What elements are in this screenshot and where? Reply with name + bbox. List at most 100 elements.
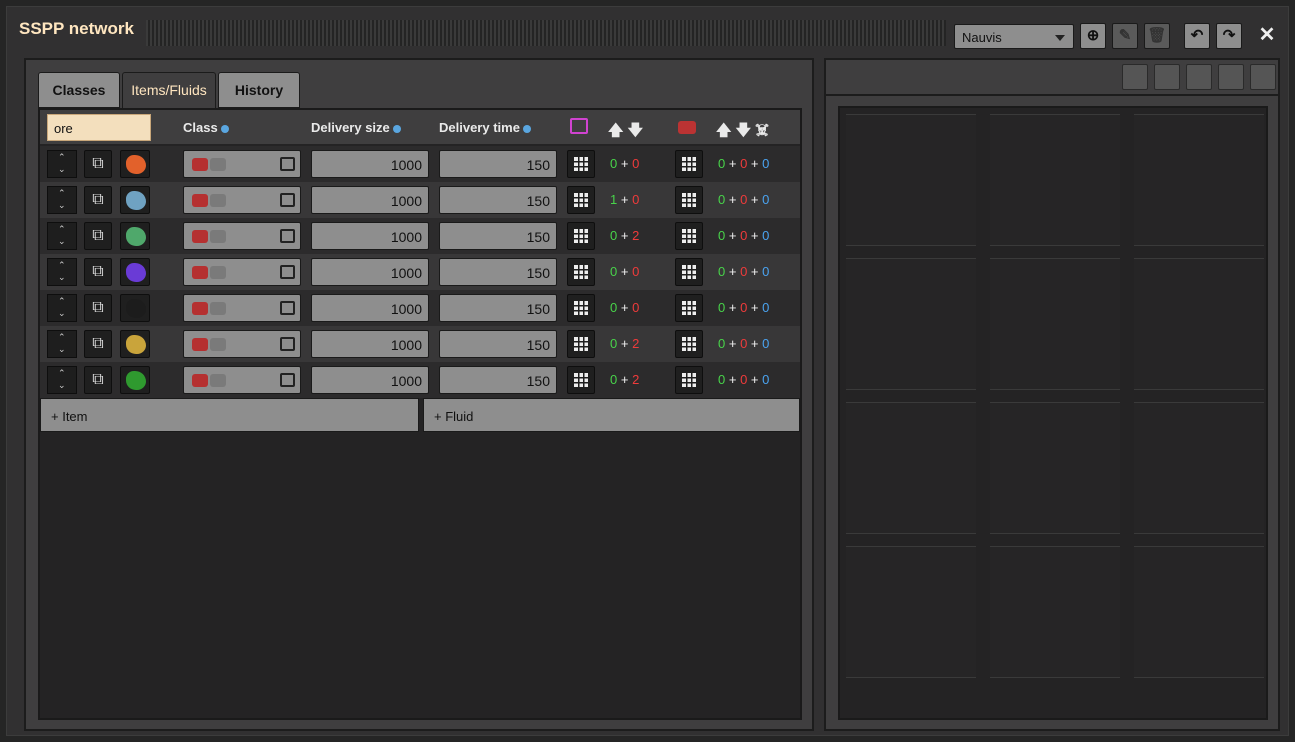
surface-dropdown[interactable]: Nauvis [954, 24, 1074, 49]
uranium-ore-icon [126, 227, 146, 246]
tab-items-fluids[interactable]: Items/Fluids [122, 72, 216, 108]
class-field[interactable] [183, 150, 301, 178]
reorder-stepper[interactable]: ⌃ ⌄ [47, 294, 77, 322]
item-slot[interactable] [120, 294, 150, 322]
provide-stations-button[interactable] [567, 258, 595, 286]
request-counts: 0 + 0 + 0 [718, 156, 770, 171]
reorder-stepper[interactable]: ⌃ ⌄ [47, 186, 77, 214]
duplicate-button[interactable]: ⧉ [84, 150, 112, 178]
rotate-left-icon: ↶ [1190, 27, 1204, 44]
class-field[interactable] [183, 366, 301, 394]
delivery-size-input[interactable]: 1000 [311, 186, 429, 214]
item-slot[interactable] [120, 258, 150, 286]
search-input[interactable]: ore [47, 114, 151, 141]
tab-history[interactable]: History [218, 72, 300, 108]
delivery-size-input[interactable]: 1000 [311, 150, 429, 178]
reorder-stepper[interactable]: ⌃ ⌄ [47, 366, 77, 394]
request-stations-button[interactable] [675, 150, 703, 178]
delete-button[interactable]: 🗑 [1144, 23, 1170, 49]
chevron-up-icon: ⌃ [58, 368, 66, 378]
provide-stations-button[interactable] [567, 294, 595, 322]
add-item-button[interactable]: + Item [40, 398, 419, 432]
class-field[interactable] [183, 330, 301, 358]
duplicate-button[interactable]: ⧉ [84, 366, 112, 394]
request-stations-button[interactable] [675, 366, 703, 394]
duplicate-button[interactable]: ⧉ [84, 294, 112, 322]
chevron-up-icon: ⌃ [58, 224, 66, 234]
request-stations-button[interactable] [675, 186, 703, 214]
add-network-button[interactable]: ⊕ [1080, 23, 1106, 49]
provide-stations-button[interactable] [567, 366, 595, 394]
request-count: 0 [718, 228, 726, 243]
table-row: ⌃ ⌄ ⧉ 1000 150 0 + 2 0 + 0 + 0 [40, 326, 800, 362]
list-button[interactable] [1218, 64, 1244, 90]
provide-stations-button[interactable] [567, 186, 595, 214]
class-field[interactable] [183, 258, 301, 286]
class-field[interactable] [183, 186, 301, 214]
grid-icon [574, 157, 588, 171]
class-field[interactable] [183, 294, 301, 322]
delivery-size-input[interactable]: 1000 [311, 366, 429, 394]
right-toolbar [826, 60, 1278, 96]
locomotive-icon [192, 230, 208, 243]
refresh-button[interactable] [1186, 64, 1212, 90]
station-slot [846, 402, 976, 534]
edit-button[interactable]: ✎ [1112, 23, 1138, 49]
provide-stations-button[interactable] [567, 222, 595, 250]
close-button[interactable]: ✕ [1254, 23, 1280, 49]
provide-stations-button[interactable] [567, 330, 595, 358]
reorder-stepper[interactable]: ⌃ ⌄ [47, 150, 77, 178]
item-slot[interactable] [120, 186, 150, 214]
delivery-time-input[interactable]: 150 [439, 150, 557, 178]
chevron-down-icon [1055, 35, 1065, 41]
tab-classes[interactable]: Classes [38, 72, 120, 108]
plus-circle-icon: ⊕ [1086, 27, 1100, 44]
cargo-wagon-icon [210, 374, 226, 387]
locomotive-icon [192, 338, 208, 351]
reorder-stepper[interactable]: ⌃ ⌄ [47, 258, 77, 286]
export-button[interactable]: ↷ [1216, 23, 1242, 49]
add-fluid-button[interactable]: + Fluid [423, 398, 800, 432]
request-stations-button[interactable] [675, 330, 703, 358]
delivery-size-input[interactable]: 1000 [311, 330, 429, 358]
delivery-size-input[interactable]: 1000 [311, 258, 429, 286]
delivery-time-input[interactable]: 150 [439, 294, 557, 322]
delivery-time-input[interactable]: 150 [439, 258, 557, 286]
request-dead: 0 [762, 372, 770, 387]
provide-counts: 0 + 0 [610, 300, 640, 315]
reorder-stepper[interactable]: ⌃ ⌄ [47, 330, 77, 358]
item-slot[interactable] [120, 330, 150, 358]
request-missing: 0 [740, 336, 748, 351]
delivery-time-input[interactable]: 150 [439, 186, 557, 214]
import-button[interactable]: ↶ [1184, 23, 1210, 49]
locomotive-icon [192, 194, 208, 207]
drag-handle[interactable] [146, 20, 946, 46]
duplicate-button[interactable]: ⧉ [84, 222, 112, 250]
item-slot[interactable] [120, 222, 150, 250]
provide-missing: 0 [632, 264, 640, 279]
delivery-size-input[interactable]: 1000 [311, 222, 429, 250]
chevron-down-icon: ⌄ [58, 308, 66, 318]
request-stations-button[interactable] [675, 294, 703, 322]
table-header: ore Class Delivery size Delivery time 🡅 … [40, 110, 800, 144]
request-stations-button[interactable] [675, 222, 703, 250]
delivery-time-input[interactable]: 150 [439, 330, 557, 358]
class-field[interactable] [183, 222, 301, 250]
station-slot [990, 258, 1120, 390]
duplicate-button[interactable]: ⧉ [84, 330, 112, 358]
delivery-time-input[interactable]: 150 [439, 222, 557, 250]
item-slot[interactable] [120, 150, 150, 178]
reorder-stepper[interactable]: ⌃ ⌄ [47, 222, 77, 250]
item-slot[interactable] [120, 366, 150, 394]
flag-button[interactable] [1250, 64, 1276, 90]
provide-stations-button[interactable] [567, 150, 595, 178]
delivery-time-input[interactable]: 150 [439, 366, 557, 394]
move-up-button[interactable] [1122, 64, 1148, 90]
request-stations-button[interactable] [675, 258, 703, 286]
move-down-button[interactable] [1154, 64, 1180, 90]
duplicate-button[interactable]: ⧉ [84, 258, 112, 286]
left-pane: Classes Items/Fluids History ore Class D… [24, 58, 814, 731]
duplicate-button[interactable]: ⧉ [84, 186, 112, 214]
delivery-size-input[interactable]: 1000 [311, 294, 429, 322]
locomotive-icon [192, 266, 208, 279]
